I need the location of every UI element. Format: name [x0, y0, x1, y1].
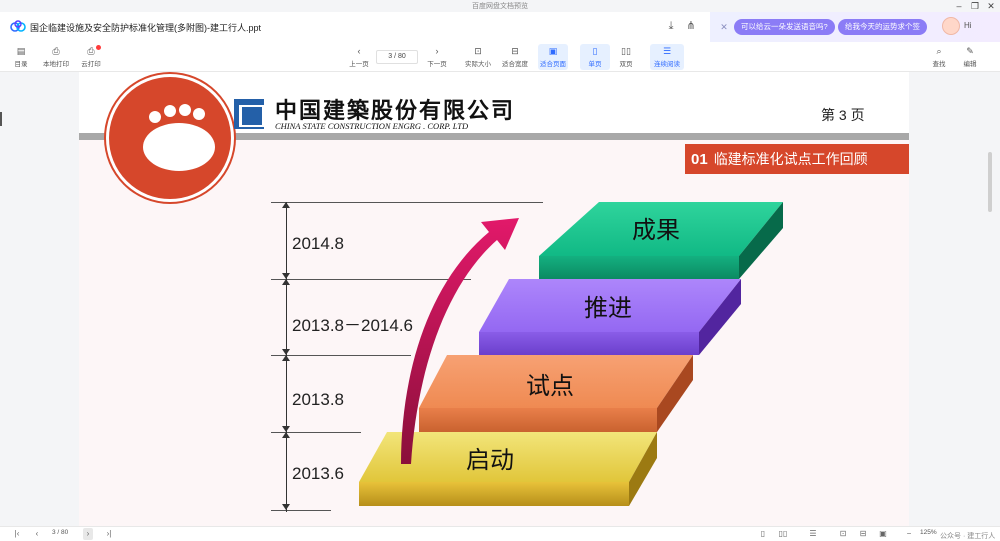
slide-page: 中国建築股份有限公司 CHINA STATE CONSTRUCTION ENGR… — [79, 72, 909, 526]
ai-suggestion-chip[interactable]: 给我今天的运势求个签 — [838, 19, 927, 35]
ai-assistant-bar: ✕ 可以给云一朵发送语音吗? 给我今天的运势求个签 Hi — [710, 12, 1000, 42]
single-page-icon: ▯ — [592, 46, 598, 56]
close-icon[interactable]: ✕ — [984, 0, 998, 12]
ai-suggestion-chip[interactable]: 可以给云一朵发送语音吗? — [734, 19, 835, 35]
fit-page-label: 适合页面 — [540, 61, 566, 68]
step-pilot-front — [419, 408, 657, 432]
catalog-label: 目录 — [14, 61, 28, 68]
fit-page-icon[interactable]: ▣ — [878, 528, 888, 540]
ai-avatar-icon[interactable] — [942, 17, 960, 35]
step-label-start: 启动 — [466, 447, 514, 474]
fit-width-button[interactable]: ⊟ 适合宽度 — [500, 44, 530, 70]
chevron-right-icon: › — [435, 46, 439, 56]
prev-page-label: 上一页 — [349, 61, 369, 68]
continuous-reading-button[interactable]: ☰ 连续阅读 — [650, 44, 684, 70]
single-page-icon[interactable]: ▯ — [758, 528, 768, 540]
prev-page-button[interactable]: ‹ 上一页 — [344, 44, 374, 70]
local-print-label: 本地打印 — [43, 61, 69, 68]
actual-size-button[interactable]: ⊡ 实际大小 — [463, 44, 493, 70]
watermark-text: 公众号 · 建工行人 — [940, 533, 996, 540]
edit-label: 编辑 — [963, 61, 977, 68]
continuous-reading-label: 连续阅读 — [654, 61, 680, 68]
step-label-pilot: 试点 — [526, 373, 574, 400]
find-label: 查找 — [932, 61, 946, 68]
step-result-front — [539, 256, 739, 279]
actual-size-icon[interactable]: ⊡ — [838, 528, 848, 540]
local-print-button[interactable]: ⎙ 本地打印 — [41, 44, 71, 70]
single-page-button[interactable]: ▯ 单页 — [580, 44, 610, 70]
page-number-input[interactable]: 3 / 80 — [376, 50, 418, 64]
actual-size-icon: ⊡ — [474, 46, 482, 56]
baidu-netdisk-logo-icon — [10, 20, 26, 32]
sidebar-toggle-handle[interactable] — [0, 112, 2, 126]
next-page-button[interactable]: › 下一页 — [422, 44, 452, 70]
search-icon: ⌕ — [936, 46, 942, 56]
close-icon[interactable]: ✕ — [718, 21, 730, 33]
cloud-print-label: 云打印 — [81, 61, 101, 68]
restore-icon[interactable]: ❐ — [968, 0, 982, 12]
window-title-bar: 百度网盘文档预览 – ❐ ✕ — [0, 0, 1000, 12]
double-page-icon: ▯▯ — [621, 46, 631, 56]
catalog-button[interactable]: ▤ 目录 — [6, 44, 36, 70]
double-page-icon[interactable]: ▯▯ — [778, 528, 788, 540]
step-label-result: 成果 — [632, 217, 680, 244]
actual-size-label: 实际大小 — [465, 61, 491, 68]
document-title: 国企临建设施及安全防护标准化管理(多附图)-建工行人.ppt — [30, 23, 262, 33]
status-bar: |‹ ‹ 3 / 80 › ›| ▯ ▯▯ ☰ ⊡ ⊟ ▣ − 125% 公众号… — [0, 526, 1000, 541]
download-icon[interactable]: ⤓ — [664, 19, 678, 33]
print-icon: ⎙ — [52, 46, 60, 56]
fit-width-icon: ⊟ — [511, 46, 519, 56]
step-advance-front — [479, 332, 699, 355]
ai-greeting[interactable]: Hi — [964, 21, 972, 30]
step-label-advance: 推进 — [584, 295, 632, 322]
last-page-icon[interactable]: ›| — [104, 528, 114, 540]
fit-page-icon: ▣ — [548, 46, 558, 56]
viewer-toolbar: ▤ 目录 ⎙ 本地打印 ⎙ 云打印 ‹ 上一页 3 / 80 › 下一页 ⊡ 实… — [0, 42, 1000, 72]
vertical-scrollbar[interactable] — [988, 152, 992, 212]
notification-dot — [96, 45, 101, 50]
cloud-print-button[interactable]: ⎙ 云打印 — [76, 44, 106, 70]
first-page-icon[interactable]: |‹ — [12, 528, 22, 540]
continuous-reading-icon: ☰ — [662, 46, 672, 56]
double-page-label: 双页 — [619, 61, 633, 68]
fit-page-button[interactable]: ▣ 适合页面 — [538, 44, 568, 70]
zoom-out-icon[interactable]: − — [904, 528, 914, 540]
edit-icon: ✎ — [966, 46, 974, 56]
catalog-icon: ▤ — [16, 46, 26, 56]
double-page-button[interactable]: ▯▯ 双页 — [611, 44, 641, 70]
chevron-left-icon[interactable]: ‹ — [32, 528, 42, 540]
single-page-label: 单页 — [588, 61, 602, 68]
chevron-left-icon: ‹ — [357, 46, 361, 56]
find-button[interactable]: ⌕ 查找 — [924, 44, 954, 70]
fit-width-label: 适合宽度 — [502, 61, 528, 68]
step-start-front — [359, 482, 629, 506]
continuous-icon[interactable]: ☰ — [808, 528, 818, 540]
share-icon[interactable]: ⋔ — [684, 19, 698, 33]
fit-width-icon[interactable]: ⊟ — [858, 528, 868, 540]
chevron-right-icon[interactable]: › — [83, 528, 93, 540]
edit-button[interactable]: ✎ 编辑 — [955, 44, 985, 70]
zoom-level[interactable]: 125% — [920, 529, 937, 536]
status-page-indicator[interactable]: 3 / 80 — [52, 529, 68, 536]
minimize-icon[interactable]: – — [952, 0, 966, 12]
app-title: 百度网盘文档预览 — [472, 3, 528, 10]
next-page-label: 下一页 — [427, 61, 447, 68]
